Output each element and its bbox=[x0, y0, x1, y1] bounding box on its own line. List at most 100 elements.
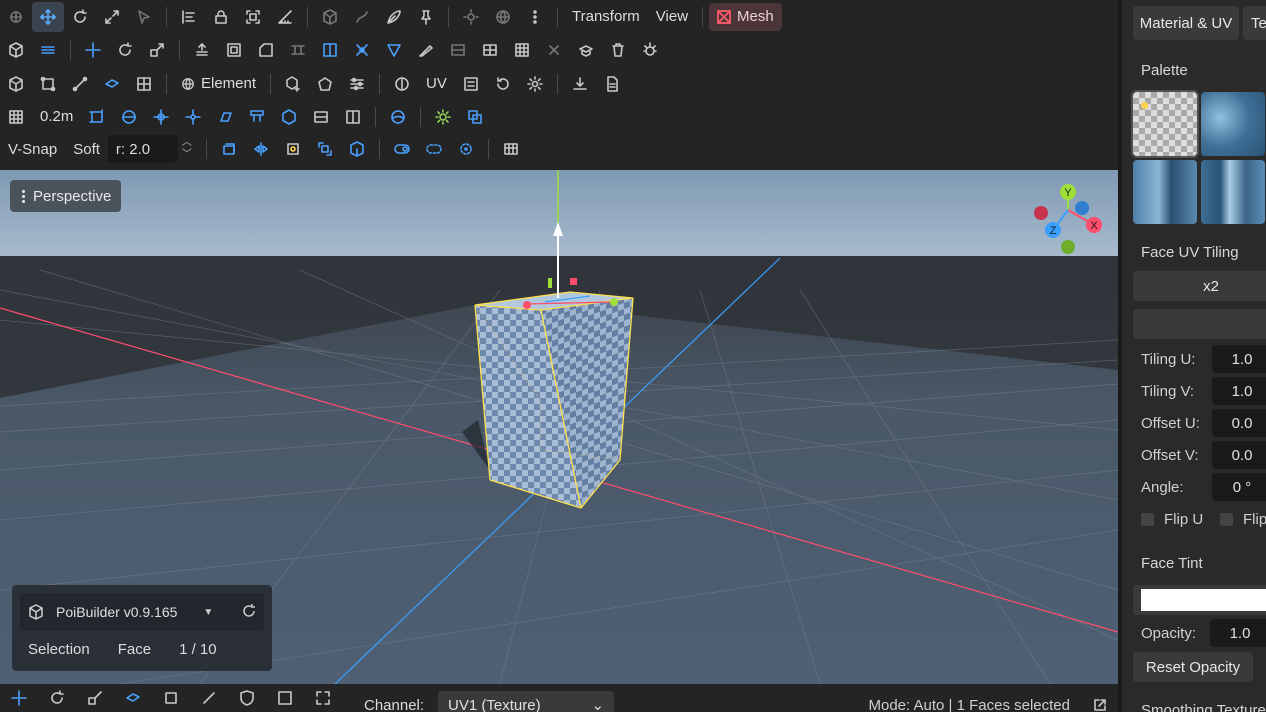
table-icon[interactable] bbox=[495, 134, 527, 164]
rotate-tool-icon[interactable] bbox=[64, 2, 96, 32]
bottom-uv-icon[interactable] bbox=[266, 684, 304, 712]
tiling-blank-button[interactable] bbox=[1133, 309, 1266, 339]
bevel-icon[interactable] bbox=[250, 35, 282, 65]
sun-icon[interactable] bbox=[427, 102, 459, 132]
snap-face-icon[interactable] bbox=[209, 102, 241, 132]
reset-opacity-button[interactable]: Reset Opacity bbox=[1133, 652, 1253, 682]
rotate-icon[interactable] bbox=[109, 35, 141, 65]
edge-mode-icon[interactable] bbox=[64, 69, 96, 99]
flip-v-checkbox[interactable]: Flip bbox=[1220, 511, 1266, 528]
bottom-face-icon[interactable] bbox=[114, 684, 152, 712]
move-tool-icon[interactable] bbox=[32, 1, 64, 32]
menu-view[interactable]: View bbox=[648, 2, 696, 32]
bottom-shield-icon[interactable] bbox=[228, 684, 266, 712]
globe-icon[interactable] bbox=[487, 2, 519, 32]
perspective-button[interactable]: Perspective bbox=[10, 180, 122, 212]
align-icon[interactable] bbox=[173, 2, 205, 32]
translate-icon[interactable] bbox=[77, 35, 109, 65]
uv-menu[interactable]: UV bbox=[418, 75, 455, 92]
pointer-icon[interactable] bbox=[128, 2, 160, 32]
document-icon[interactable] bbox=[596, 69, 628, 99]
subdivide-icon[interactable] bbox=[474, 35, 506, 65]
refresh-icon[interactable] bbox=[241, 603, 257, 622]
object-cube-icon[interactable] bbox=[0, 35, 32, 65]
flip-normals-icon[interactable] bbox=[378, 35, 410, 65]
dissolve-icon[interactable] bbox=[538, 35, 570, 65]
channel-select[interactable]: UV1 (Texture) ⌄ bbox=[438, 691, 615, 712]
snap-grid-icon[interactable] bbox=[81, 102, 113, 132]
version-selector[interactable]: PoiBuilder v0.9.165 ▼ bbox=[20, 593, 264, 631]
bottom-vertex-icon[interactable] bbox=[152, 684, 190, 712]
dropdown-triangle-icon[interactable]: ▼ bbox=[203, 607, 213, 618]
mesh-mode-button[interactable]: Mesh bbox=[709, 2, 782, 31]
gizmo-plane-handle[interactable] bbox=[570, 278, 577, 285]
opacity-field[interactable]: 1.0 bbox=[1210, 619, 1266, 647]
snap-layers-icon[interactable] bbox=[305, 102, 337, 132]
knife-icon[interactable] bbox=[410, 35, 442, 65]
list-icon[interactable] bbox=[455, 69, 487, 99]
palette-swatch-ice[interactable] bbox=[1133, 160, 1197, 224]
bug-icon[interactable] bbox=[634, 35, 666, 65]
soft-toggle[interactable]: Soft bbox=[65, 141, 108, 158]
gizmo-y-handle[interactable] bbox=[610, 298, 618, 306]
tiling-x2-button[interactable]: x2 bbox=[1133, 271, 1266, 301]
frame-select-icon[interactable] bbox=[237, 2, 269, 32]
soft-pivot-icon[interactable] bbox=[277, 134, 309, 164]
soft-mirror-icon[interactable] bbox=[245, 134, 277, 164]
undo-icon[interactable] bbox=[487, 69, 519, 99]
view-sphere-icon[interactable] bbox=[382, 102, 414, 132]
flip-u-checkbox[interactable]: Flip U bbox=[1141, 511, 1203, 528]
light-icon[interactable] bbox=[455, 2, 487, 32]
bottom-rotate-icon[interactable] bbox=[38, 684, 76, 712]
more-vertical-icon[interactable] bbox=[519, 2, 551, 32]
angle-field[interactable]: 0 ° bbox=[1212, 473, 1266, 501]
palette-swatch-crystal[interactable] bbox=[1201, 160, 1265, 224]
snap-columns-icon[interactable] bbox=[337, 102, 369, 132]
trash-icon[interactable] bbox=[602, 35, 634, 65]
grid-icon[interactable] bbox=[0, 102, 32, 132]
polygon-icon[interactable] bbox=[309, 69, 341, 99]
soft-frame-icon[interactable] bbox=[309, 134, 341, 164]
offset-v-field[interactable]: 0.0 bbox=[1212, 441, 1266, 469]
bottom-frame-icon[interactable] bbox=[304, 684, 342, 712]
extrude-icon[interactable] bbox=[186, 35, 218, 65]
snap-tree-icon[interactable] bbox=[241, 102, 273, 132]
bottom-move-icon[interactable] bbox=[0, 684, 38, 712]
grid-subdivide-icon[interactable] bbox=[506, 35, 538, 65]
vertex-mode-icon[interactable] bbox=[32, 69, 64, 99]
split-icon[interactable] bbox=[314, 35, 346, 65]
palette-swatch-empty[interactable] bbox=[1131, 90, 1199, 158]
cube-icon[interactable] bbox=[314, 2, 346, 32]
soft-box-icon[interactable] bbox=[341, 134, 373, 164]
bottom-scale-icon[interactable] bbox=[76, 684, 114, 712]
snap-move-icon[interactable] bbox=[145, 102, 177, 132]
object-mode-icon[interactable] bbox=[0, 69, 32, 99]
grid-size-value[interactable]: 0.2m bbox=[32, 108, 81, 125]
soft-cube-icon[interactable] bbox=[213, 134, 245, 164]
gizmo-scale-handle[interactable] bbox=[548, 278, 552, 288]
leaf-icon[interactable] bbox=[378, 2, 410, 32]
chevron-down-icon[interactable]: ﹀ bbox=[182, 149, 192, 161]
path-icon[interactable] bbox=[346, 2, 378, 32]
toggle-on-icon[interactable] bbox=[386, 134, 418, 164]
select-mode-icon[interactable] bbox=[0, 2, 32, 32]
measure-icon[interactable] bbox=[269, 2, 301, 32]
face-tint-color[interactable] bbox=[1133, 585, 1266, 615]
settings-gear-icon[interactable] bbox=[519, 69, 551, 99]
offset-u-field[interactable]: 0.0 bbox=[1212, 409, 1266, 437]
external-link-icon[interactable] bbox=[1090, 691, 1110, 712]
radius-field[interactable]: r: 2.0 bbox=[107, 135, 178, 163]
bridge-icon[interactable] bbox=[282, 35, 314, 65]
tiling-v-field[interactable]: 1.0 bbox=[1212, 377, 1266, 405]
inset-icon[interactable] bbox=[218, 35, 250, 65]
tiling-u-field[interactable]: 1.0 bbox=[1212, 345, 1266, 373]
merge-icon[interactable] bbox=[346, 35, 378, 65]
pin-icon[interactable] bbox=[410, 2, 442, 32]
tab-texture[interactable]: Te bbox=[1243, 6, 1266, 40]
chevron-up-icon[interactable]: ︿ bbox=[182, 137, 192, 149]
loop-cut-icon[interactable] bbox=[442, 35, 474, 65]
scale-tool-icon[interactable] bbox=[96, 2, 128, 32]
sliders-icon[interactable] bbox=[341, 69, 373, 99]
add-cube-icon[interactable] bbox=[277, 69, 309, 99]
element-mode-button[interactable]: Element bbox=[173, 75, 264, 92]
